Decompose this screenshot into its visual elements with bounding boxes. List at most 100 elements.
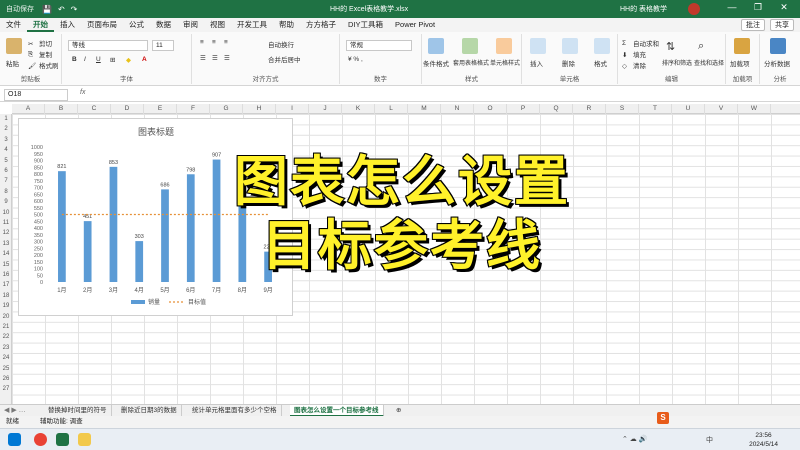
autosum-button[interactable]: Σ 自动求和 <box>622 38 659 49</box>
avatar[interactable] <box>688 3 700 15</box>
row-header-1[interactable]: 1 <box>0 114 12 124</box>
delete-cells-icon[interactable] <box>562 38 578 54</box>
row-header-9[interactable]: 9 <box>0 197 12 207</box>
start-icon[interactable] <box>8 433 21 446</box>
font-name-select[interactable]: 等线 <box>68 40 148 51</box>
underline-icon[interactable]: U <box>96 56 101 63</box>
sort-icon[interactable]: ⇅ <box>666 40 675 53</box>
cell-style-icon[interactable] <box>496 38 512 54</box>
italic-icon[interactable]: I <box>84 56 86 63</box>
tab-view[interactable]: 视图 <box>204 18 231 32</box>
comment-button[interactable]: 批注 <box>741 19 765 31</box>
column-header-I[interactable]: I <box>276 104 309 114</box>
column-header-A[interactable]: A <box>12 104 45 114</box>
chrome-icon[interactable] <box>34 433 47 446</box>
row-header-10[interactable]: 10 <box>0 208 12 218</box>
column-header-J[interactable]: J <box>309 104 342 114</box>
tab-insert[interactable]: 插入 <box>54 18 81 32</box>
name-box[interactable]: O18 <box>4 89 68 101</box>
tab-review[interactable]: 审阅 <box>177 18 204 32</box>
sort-filter-button[interactable]: 排序和筛选 <box>662 58 692 67</box>
accessibility-status[interactable]: 辅助功能: 调查 <box>40 416 83 428</box>
tab-help[interactable]: 帮助 <box>273 18 300 32</box>
font-color-icon[interactable]: A <box>142 56 147 63</box>
cell-style-button[interactable]: 单元格样式 <box>488 58 522 67</box>
tab-power-pivot[interactable]: Power Pivot <box>389 18 441 32</box>
tab-file[interactable]: 文件 <box>0 18 27 32</box>
addins-icon[interactable] <box>734 38 750 54</box>
minimize-button[interactable]: — <box>722 2 742 12</box>
search-icon[interactable]: ⌕ <box>698 40 704 53</box>
row-header-21[interactable]: 21 <box>0 322 12 332</box>
tab-page-layout[interactable]: 页面布局 <box>81 18 123 32</box>
row-header-6[interactable]: 6 <box>0 166 12 176</box>
excel-icon[interactable] <box>56 433 69 446</box>
row-header-4[interactable]: 4 <box>0 145 12 155</box>
fill-button[interactable]: ⬇ 填充 <box>622 49 646 60</box>
row-header-18[interactable]: 18 <box>0 291 12 301</box>
row-header-12[interactable]: 12 <box>0 228 12 238</box>
row-header-22[interactable]: 22 <box>0 332 12 342</box>
align-middle-icon[interactable]: ≡ <box>212 39 216 46</box>
merge-center-button[interactable]: 合并后居中 <box>268 54 301 64</box>
row-header-26[interactable]: 26 <box>0 374 12 384</box>
align-top-icon[interactable]: ≡ <box>200 39 204 46</box>
row-header-7[interactable]: 7 <box>0 176 12 186</box>
column-header-L[interactable]: L <box>375 104 408 114</box>
table-format-icon[interactable] <box>462 38 478 54</box>
format-painter-button[interactable]: 🖌 格式刷 <box>28 60 59 71</box>
tray-icons[interactable]: ⌃ ☁ 🔊 <box>622 435 647 443</box>
row-header-5[interactable]: 5 <box>0 156 12 166</box>
clear-button[interactable]: ◇ 清除 <box>622 60 646 71</box>
align-bottom-icon[interactable]: ≡ <box>224 39 228 46</box>
row-header-3[interactable]: 3 <box>0 135 12 145</box>
wrap-text-button[interactable]: 自动换行 <box>268 39 294 49</box>
folder-icon[interactable] <box>78 433 91 446</box>
border-icon[interactable]: ⊞ <box>110 56 115 64</box>
align-left-icon[interactable]: ☰ <box>200 54 206 62</box>
column-header-P[interactable]: P <box>507 104 540 114</box>
user-name[interactable]: HH的 表格教学 <box>620 4 667 14</box>
autosave-toggle[interactable]: 自动保存 <box>6 4 34 14</box>
row-header-13[interactable]: 13 <box>0 239 12 249</box>
column-header-Q[interactable]: Q <box>540 104 573 114</box>
tab-formulas[interactable]: 公式 <box>123 18 150 32</box>
column-header-E[interactable]: E <box>144 104 177 114</box>
cut-button[interactable]: ✂ 剪切 <box>28 38 52 49</box>
column-header-W[interactable]: W <box>738 104 771 114</box>
currency-icon[interactable]: ¥ % , <box>348 56 363 63</box>
tab-home[interactable]: 开始 <box>27 18 54 32</box>
column-header-R[interactable]: R <box>573 104 606 114</box>
column-header-H[interactable]: H <box>243 104 276 114</box>
number-format-select[interactable]: 常规 <box>346 40 412 51</box>
row-header-24[interactable]: 24 <box>0 353 12 363</box>
close-button[interactable]: ✕ <box>774 2 794 13</box>
row-header-25[interactable]: 25 <box>0 364 12 374</box>
row-header-11[interactable]: 11 <box>0 218 12 228</box>
analyze-data-icon[interactable] <box>770 38 786 54</box>
column-header-O[interactable]: O <box>474 104 507 114</box>
find-select-button[interactable]: 查找和选择 <box>694 58 724 67</box>
fx-icon[interactable]: fx <box>80 89 85 96</box>
tab-diy-toolbox[interactable]: DIY工具箱 <box>342 18 389 32</box>
redo-icon[interactable]: ↷ <box>71 5 78 14</box>
tab-fangfang[interactable]: 方方格子 <box>300 18 342 32</box>
bold-icon[interactable]: B <box>72 56 77 63</box>
column-header-G[interactable]: G <box>210 104 243 114</box>
column-header-S[interactable]: S <box>606 104 639 114</box>
column-header-F[interactable]: F <box>177 104 210 114</box>
row-header-15[interactable]: 15 <box>0 260 12 270</box>
delete-cells-button[interactable]: 删除 <box>562 58 575 68</box>
row-header-2[interactable]: 2 <box>0 124 12 134</box>
row-header-23[interactable]: 23 <box>0 343 12 353</box>
row-header-19[interactable]: 19 <box>0 301 12 311</box>
addins-button[interactable]: 加载项 <box>730 58 750 68</box>
format-cells-button[interactable]: 格式 <box>594 58 607 68</box>
row-header-20[interactable]: 20 <box>0 312 12 322</box>
insert-cells-icon[interactable] <box>530 38 546 54</box>
conditional-format-icon[interactable] <box>428 38 444 54</box>
row-header-8[interactable]: 8 <box>0 187 12 197</box>
ime-indicator[interactable]: S <box>657 412 669 424</box>
format-cells-icon[interactable] <box>594 38 610 54</box>
paste-button[interactable]: 粘贴 <box>6 58 19 68</box>
